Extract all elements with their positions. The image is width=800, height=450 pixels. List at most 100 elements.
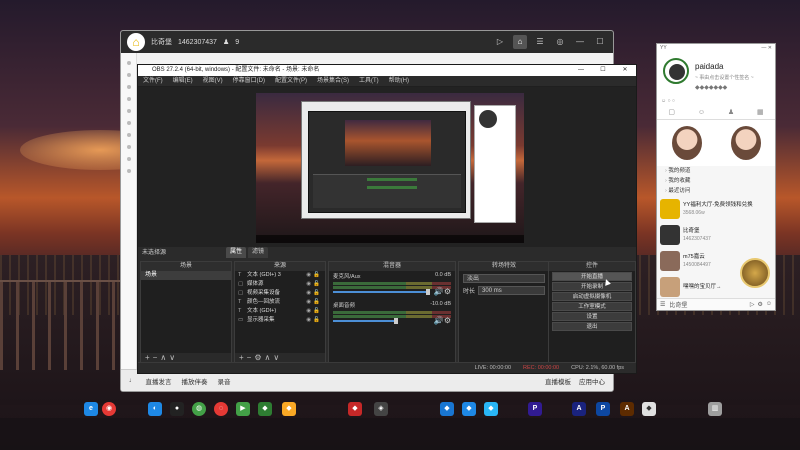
source-item[interactable]: ▢ 视频采集设备 ◉🔓 <box>235 289 325 298</box>
close-button[interactable]: ✕ <box>614 65 636 76</box>
after-effects-icon[interactable]: A <box>572 402 586 416</box>
qq-icon[interactable]: ● <box>170 402 184 416</box>
menu-view[interactable]: 视图(V) <box>203 76 223 86</box>
menu-edit[interactable]: 编辑(E) <box>173 76 193 86</box>
qq-bottom-right-1[interactable]: 直播模板 <box>545 376 571 386</box>
weibo-icon[interactable]: ◌ <box>214 402 228 416</box>
buddy-mini-link[interactable]: ☺ ○ ○ <box>661 98 675 104</box>
speaker-icon[interactable]: 🔊⚙ <box>434 316 451 325</box>
app-icon[interactable]: ◐ <box>148 402 162 416</box>
menu-scene-collection[interactable]: 场景集合(S) <box>317 76 349 86</box>
nested-taskbar <box>256 235 524 243</box>
menu-help[interactable]: 帮助(H) <box>389 76 409 86</box>
preview-canvas[interactable] <box>256 93 524 243</box>
window-controls[interactable]: — ✕ <box>761 45 772 51</box>
maximize-button[interactable]: ☐ <box>592 65 614 76</box>
game-icon[interactable]: ◎ <box>553 35 567 49</box>
qq-bottom-right-2[interactable]: 应用中心 <box>579 376 605 386</box>
qq-side-rail <box>121 53 137 391</box>
menu-docks[interactable]: 停靠窗口(D) <box>233 76 265 86</box>
start-recording-button[interactable]: 开始录制 <box>552 282 632 291</box>
volume-slider[interactable] <box>333 289 430 295</box>
app-icon[interactable]: ◆ <box>348 402 362 416</box>
player-icon[interactable]: ▶ <box>236 402 250 416</box>
premiere-icon[interactable]: P <box>528 402 542 416</box>
obs-status-bar: LIVE: 00:00:00 REC: 00:00:00 CPU: 2.1%, … <box>138 362 636 373</box>
buddy-status-icons[interactable]: ◆◆◆◆◆◆◆ <box>695 84 727 91</box>
play-icon[interactable]: ▷ <box>750 301 755 308</box>
menu-tools[interactable]: 工具(T) <box>359 76 379 86</box>
channel-avatar <box>660 251 680 271</box>
qq-bottom-item-3[interactable]: 录音 <box>218 376 231 386</box>
volume-slider[interactable] <box>333 318 398 324</box>
list-item[interactable]: 比奇堡 1462307437 <box>657 222 775 248</box>
tab-filters[interactable]: 滤镜 <box>248 247 269 258</box>
menu-profile[interactable]: 配置文件(P) <box>275 76 307 86</box>
minimize-button[interactable]: — <box>570 65 592 76</box>
menu-file[interactable]: 文件(F) <box>143 76 163 86</box>
speaker-icon[interactable]: 🔊⚙ <box>434 287 451 296</box>
settings-button[interactable]: 设置 <box>552 312 632 321</box>
app-icon[interactable]: ◆ <box>484 402 498 416</box>
list-item[interactable]: YY福利大厅-免费领钱和兑换 3568.06w <box>657 196 775 222</box>
duration-input[interactable]: 300 ms <box>478 286 545 295</box>
properties-tabs: 属性 滤镜 <box>226 247 269 258</box>
group-favorites[interactable]: 我的收藏 <box>657 176 775 186</box>
source-item[interactable]: T 文本 (GDI+) 3 ◉🔓 <box>235 271 325 280</box>
chrome-icon[interactable]: ◉ <box>102 402 116 416</box>
mixer-name: 麦克风/Aux <box>333 274 361 280</box>
promo-pictures[interactable] <box>657 120 775 166</box>
obs-preview-area[interactable] <box>138 87 636 247</box>
maximize-icon[interactable]: ☐ <box>593 35 607 49</box>
chat-icon[interactable]: ☰ <box>533 35 547 49</box>
app-icon[interactable]: ◆ <box>462 402 476 416</box>
tab-contacts-icon[interactable]: ♟ <box>728 106 734 119</box>
photoshop-icon[interactable]: P <box>596 402 610 416</box>
illustrator-icon[interactable]: A <box>620 402 634 416</box>
exit-button[interactable]: 退出 <box>552 322 632 331</box>
lion-badge-icon[interactable] <box>740 258 770 288</box>
avatar[interactable] <box>663 58 689 84</box>
source-item[interactable]: ▭ 显示器采集 ◉🔓 <box>235 316 325 325</box>
source-item[interactable]: T 颜色—回放流 ◉🔓 <box>235 298 325 307</box>
group-recent[interactable]: 最近访问 <box>657 186 775 196</box>
buddy-footer-label[interactable]: 比奇堡 <box>669 300 687 309</box>
edge-icon[interactable]: e <box>84 402 98 416</box>
tab-friends-icon[interactable]: ☺ <box>698 106 705 119</box>
app-icon[interactable]: ◆ <box>440 402 454 416</box>
qq-bottom-item-1[interactable]: 直播发言 <box>146 376 172 386</box>
group-my-channels[interactable]: 我的频道 <box>657 166 775 176</box>
buddy-signature[interactable]: ~ 事由点击设置个性签名 ~ <box>695 74 754 81</box>
app-icon[interactable]: ◆ <box>258 402 272 416</box>
source-item[interactable]: ▢ 媒体源 ◉🔓 <box>235 280 325 289</box>
scene-item[interactable]: 场景 <box>141 271 231 280</box>
menu-icon[interactable]: ☰ <box>660 301 665 308</box>
source-item[interactable]: T 文本 (GDI+) ◉🔓 <box>235 307 325 316</box>
buddy-username[interactable]: paidada <box>695 62 723 71</box>
mic-icon[interactable]: ♩ <box>129 377 136 384</box>
wechat-icon[interactable]: ◍ <box>192 402 206 416</box>
steam-icon[interactable]: ◈ <box>374 402 388 416</box>
tab-home-icon[interactable]: ▢ <box>668 106 675 119</box>
tab-properties[interactable]: 属性 <box>226 247 247 258</box>
cpu-status: CPU: 2.1%, 60.00 fps <box>571 365 624 371</box>
mixer-db: 0.0 dB <box>435 272 451 278</box>
qq-bottom-item-2[interactable]: 播放伴奏 <box>182 376 208 386</box>
studio-mode-button[interactable]: 工作室模式 <box>552 302 632 311</box>
recycle-bin-icon[interactable]: ▥ <box>708 402 722 416</box>
obs-title: OBS 27.2.4 (64-bit, windows) - 配置文件: 未命名… <box>152 67 320 73</box>
home-nav-icon[interactable]: ⌂ <box>513 35 527 49</box>
settings-icon[interactable]: ⚙ <box>757 301 762 308</box>
virtual-camera-button[interactable]: 启动虚拟摄像机 <box>552 292 632 301</box>
video-icon[interactable]: ▷ <box>493 35 507 49</box>
app-icon[interactable]: ◆ <box>642 402 656 416</box>
tab-apps-icon[interactable]: ▦ <box>757 106 764 119</box>
home-icon[interactable]: ⌂ <box>127 33 145 51</box>
transition-select[interactable]: 淡出 <box>463 274 545 283</box>
app-icon[interactable]: ◆ <box>282 402 296 416</box>
minimize-icon[interactable]: — <box>573 35 587 49</box>
live-status: LIVE: 00:00:00 <box>474 365 512 371</box>
start-streaming-button[interactable]: 开始直播 <box>552 272 632 281</box>
obs-title-bar: OBS 27.2.4 (64-bit, windows) - 配置文件: 未命名… <box>138 65 636 76</box>
smile-icon[interactable]: ☺ <box>766 301 772 308</box>
